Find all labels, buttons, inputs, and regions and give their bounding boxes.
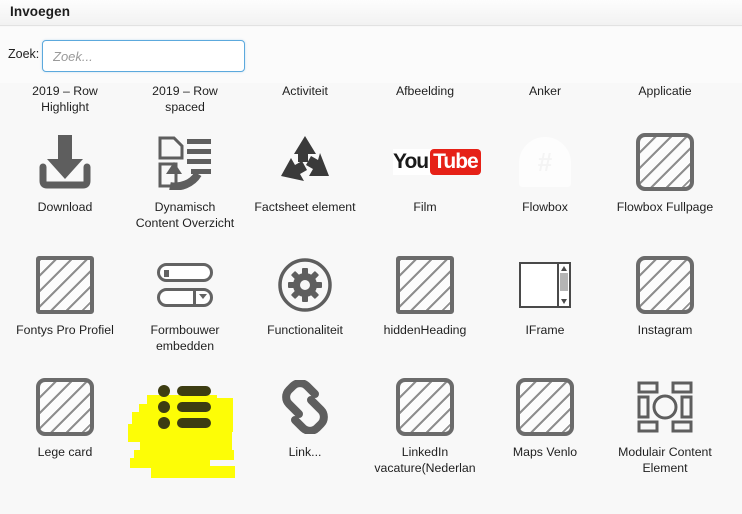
grid-item-formbouwer-embedden[interactable]: Formbouwer embedden <box>126 248 244 354</box>
grid-item-link[interactable]: Link... <box>246 370 364 460</box>
grid-item-instagram[interactable]: Instagram <box>606 248 724 338</box>
placeholder-hatched-icon <box>366 248 484 322</box>
grid-item-dynamisch-content-overzicht[interactable]: Dynamisch Content Overzicht <box>126 125 244 231</box>
dialog-titlebar: Invoegen <box>0 0 742 26</box>
recycle-icon <box>246 125 364 199</box>
grid-item-afbeelding[interactable]: Afbeelding <box>366 83 484 99</box>
grid-item-maps-venlo[interactable]: Maps Venlo <box>486 370 604 460</box>
grid-item-label: Afbeelding <box>395 84 455 98</box>
grid-item-lege-card[interactable]: Lege card <box>6 370 124 460</box>
insert-element-dialog: Invoegen Zoek: 2019 – Row Highlight 2019… <box>0 0 742 514</box>
grid-item-download[interactable]: Download <box>6 125 124 215</box>
grid-item-lijst[interactable]: Lijst <box>126 370 244 460</box>
grid-item-label: Maps Venlo <box>512 445 578 459</box>
page-title: Invoegen <box>10 4 71 19</box>
grid-item-iframe[interactable]: IFrame <box>486 248 604 338</box>
modular-content-icon <box>606 370 724 444</box>
grid-item-label: Film <box>413 200 437 214</box>
grid-item-label: Activiteit <box>282 84 328 98</box>
element-grid: 2019 – Row Highlight 2019 – Row spaced A… <box>0 83 742 514</box>
search-label: Zoek: <box>8 47 40 61</box>
grid-item-label: hiddenHeading <box>383 323 467 337</box>
grid-item-2019-row-highlight[interactable]: 2019 – Row Highlight <box>6 83 124 115</box>
grid-item-label: IFrame <box>525 323 565 337</box>
placeholder-hatched-icon <box>726 125 742 199</box>
iframe-scrollbar-icon <box>486 248 604 322</box>
grid-item-label: Functionaliteit <box>267 323 343 337</box>
youtube-logo-icon: You Tube <box>366 125 484 199</box>
grid-item-label: Lege card <box>37 445 93 459</box>
grid-item-2019-row-spaced[interactable]: 2019 – Row spaced <box>126 83 244 115</box>
form-fields-icon <box>126 248 244 322</box>
flowbox-dome-hash-icon: # <box>486 125 604 199</box>
grid-item-label: Download <box>37 200 93 214</box>
grid-item-clipped-fl[interactable]: Fl <box>726 125 742 215</box>
grid-item-label: Factsheet element <box>254 200 356 214</box>
grid-item-linkedin-vacature[interactable]: LinkedIn vacature(Nederlan <box>366 370 484 476</box>
grid-row: Download Dynamisch Content Overzicht Fac… <box>0 125 742 248</box>
grid-item-label: Fl <box>726 199 742 215</box>
grid-item-fontys-pro-profiel[interactable]: Fontys Pro Profiel <box>6 248 124 338</box>
placeholder-hatched-icon <box>486 370 604 444</box>
grid-item-label: Anker <box>528 84 562 98</box>
grid-item-label: Instagram <box>637 323 693 337</box>
document-refresh-icon <box>126 125 244 199</box>
grid-item-functionaliteit[interactable]: Functionaliteit <box>246 248 364 338</box>
grid-row: Fontys Pro Profiel Formbouwer embedden F… <box>0 248 742 370</box>
gear-circle-icon <box>246 248 364 322</box>
grid-item-anker[interactable]: Anker <box>486 83 604 99</box>
placeholder-hatched-icon <box>6 248 124 322</box>
placeholder-hatched-icon <box>606 125 724 199</box>
grid-item-label: Formbouwer embedden <box>150 323 220 353</box>
grid-item-modulair-content-element[interactable]: Modulair Content Element <box>606 370 724 476</box>
grid-item-flowbox[interactable]: # Flowbox <box>486 125 604 215</box>
grid-item-label: Flowbox Fullpage <box>616 200 714 214</box>
grid-item-label: 2019 – Row Highlight <box>32 84 98 114</box>
download-arrow-icon <box>6 125 124 199</box>
grid-item-applicatie[interactable]: Applicatie <box>606 83 724 99</box>
grid-item-label: Modulair Content Element <box>618 445 712 475</box>
grid-item-label: Link... <box>288 445 322 459</box>
grid-row: Lege card Lijst Link... LinkedIn vacatur… <box>0 370 742 492</box>
chain-link-icon <box>246 370 364 444</box>
grid-item-label: Fontys Pro Profiel <box>16 323 114 337</box>
grid-row: 2019 – Row Highlight 2019 – Row spaced A… <box>0 83 742 125</box>
bullet-list-icon <box>126 370 244 444</box>
grid-item-clipped-in[interactable]: In <box>726 248 742 338</box>
grid-item-label: Applicatie <box>638 84 692 98</box>
search-input[interactable] <box>42 40 245 72</box>
grid-item-label: Dynamisch Content Overzicht <box>135 200 235 230</box>
placeholder-hatched-icon <box>606 248 724 322</box>
grid-item-label: Flowbox <box>522 200 568 214</box>
grid-item-label: In <box>726 322 742 338</box>
grid-item-label: 2019 – Row spaced <box>152 84 218 114</box>
placeholder-hatched-icon <box>726 248 742 322</box>
search-bar: Zoek: <box>0 27 742 83</box>
grid-item-hiddenheading[interactable]: hiddenHeading <box>366 248 484 338</box>
placeholder-hatched-icon <box>6 370 124 444</box>
grid-item-film[interactable]: You Tube Film <box>366 125 484 215</box>
grid-item-activiteit[interactable]: Activiteit <box>246 83 364 99</box>
grid-item-flowbox-fullpage[interactable]: Flowbox Fullpage <box>606 125 724 215</box>
grid-item-factsheet-element[interactable]: Factsheet element <box>246 125 364 215</box>
placeholder-hatched-icon <box>366 370 484 444</box>
grid-item-label: LinkedIn vacature(Nederlan <box>374 445 476 475</box>
grid-item-label: Lijst <box>174 445 196 459</box>
